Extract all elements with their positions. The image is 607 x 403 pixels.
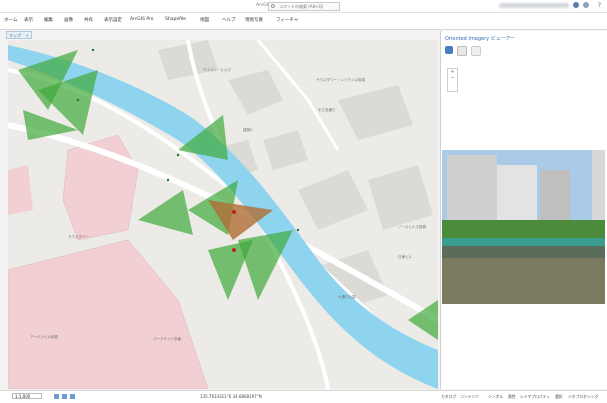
camera-point[interactable] — [91, 48, 95, 52]
ribbon: ホーム 表示 編集 画像 共有 表示設定 ArcGIS Pro Shapefil… — [0, 13, 607, 30]
ribbon-tab-7[interactable]: ArcGIS Pro — [130, 17, 154, 22]
map-label: 建物A — [243, 128, 253, 132]
status-tab-7[interactable]: ジオプロセシング — [568, 394, 598, 400]
target-icon[interactable] — [445, 46, 453, 54]
map-canvas — [8, 40, 438, 389]
status-bar: 1:1,000 135.7614311°E 34.6868197°N カタログ … — [0, 390, 607, 403]
command-search-input[interactable] — [279, 3, 335, 10]
layers-icon[interactable] — [471, 46, 481, 56]
ribbon-tab-8[interactable]: Shapefile — [165, 17, 186, 22]
command-search-box[interactable] — [268, 2, 340, 11]
coordinate-readout: 135.7614311°E 34.6868197°N — [200, 394, 262, 399]
map-label: 大通り公園 — [338, 295, 356, 299]
camera-point[interactable] — [296, 228, 300, 232]
status-tab-5[interactable]: レイヤプロパティ — [520, 394, 550, 400]
refresh-icon[interactable] — [70, 394, 75, 399]
zoom-out-button[interactable]: − — [448, 75, 457, 81]
ribbon-tab-11[interactable]: 現地写真 — [245, 17, 263, 23]
close-icon[interactable]: × — [26, 32, 29, 40]
river-reflection — [442, 246, 605, 258]
viewer-title: Oriented Imagery ビューアー — [445, 36, 516, 42]
table-icon[interactable] — [62, 394, 67, 399]
map-view-tab[interactable]: マップ × — [6, 31, 32, 39]
status-tab-1[interactable]: カタログ — [441, 394, 456, 400]
user-avatar-icon[interactable] — [583, 2, 589, 8]
help-icon[interactable]: ? — [598, 2, 601, 9]
status-tab-2[interactable]: コンテンツ — [460, 394, 479, 400]
selected-camera-point[interactable] — [232, 210, 236, 214]
oriented-image[interactable] — [442, 150, 605, 304]
signed-in-user[interactable] — [499, 3, 569, 8]
status-tab-4[interactable]: 属性 — [508, 394, 516, 400]
map-scale-field[interactable]: 1:1,000 — [12, 393, 42, 399]
status-tab-3[interactable]: シンボル — [488, 394, 503, 400]
ribbon-tab-2[interactable]: 表示 — [24, 17, 33, 23]
bridge — [442, 238, 605, 246]
map-label: アーバンヒル前橋 — [30, 335, 58, 339]
ribbon-tab-3[interactable]: 編集 — [44, 17, 53, 23]
viewer-zoom-control[interactable]: + − — [447, 68, 458, 92]
oriented-imagery-viewer: Oriented Imagery ビューアー — [440, 31, 607, 389]
notification-icon[interactable] — [573, 2, 579, 8]
map-label: 日東ビル — [398, 255, 412, 259]
map-tab-label: マップ — [9, 33, 21, 38]
camera-point[interactable] — [176, 153, 180, 157]
ribbon-tab-1[interactable]: ホーム — [4, 17, 17, 23]
ribbon-tab-5[interactable]: 共有 — [84, 17, 93, 23]
camera-point[interactable] — [76, 98, 80, 102]
map-label: 中之島通り — [318, 108, 336, 112]
image-gallery-icon[interactable] — [457, 46, 467, 56]
title-bar: ArcGIS ? — [0, 0, 607, 13]
photo-canvas — [442, 150, 605, 304]
grid-icon[interactable] — [54, 394, 59, 399]
camera-point[interactable] — [166, 178, 170, 182]
status-tab-6[interactable]: 選択 — [555, 394, 563, 400]
map-view[interactable]: ウエスト・ヒルズ サウスタワー・レジデンス前橋 中之島通り 建物A サウスタワー… — [8, 40, 438, 389]
camera-point[interactable] — [232, 248, 236, 252]
ribbon-tab-10[interactable]: ヘルプ — [222, 17, 236, 23]
ribbon-tab-9[interactable]: 地図 — [200, 17, 209, 23]
map-label: パークサイド壱番 — [153, 337, 181, 341]
ribbon-tab-4[interactable]: 画像 — [64, 17, 73, 23]
map-label: サウスタワー・レジデンス前橋 — [316, 78, 365, 82]
map-label: ウエスト・ヒルズ — [203, 68, 231, 72]
ribbon-tab-12[interactable]: フィーチャ — [276, 17, 298, 23]
ribbon-tab-6[interactable]: 表示設定 — [104, 17, 122, 23]
search-icon — [271, 4, 275, 8]
map-label: ノースヒルズ前橋 — [398, 225, 426, 229]
map-label: サウスタワー — [68, 235, 89, 239]
